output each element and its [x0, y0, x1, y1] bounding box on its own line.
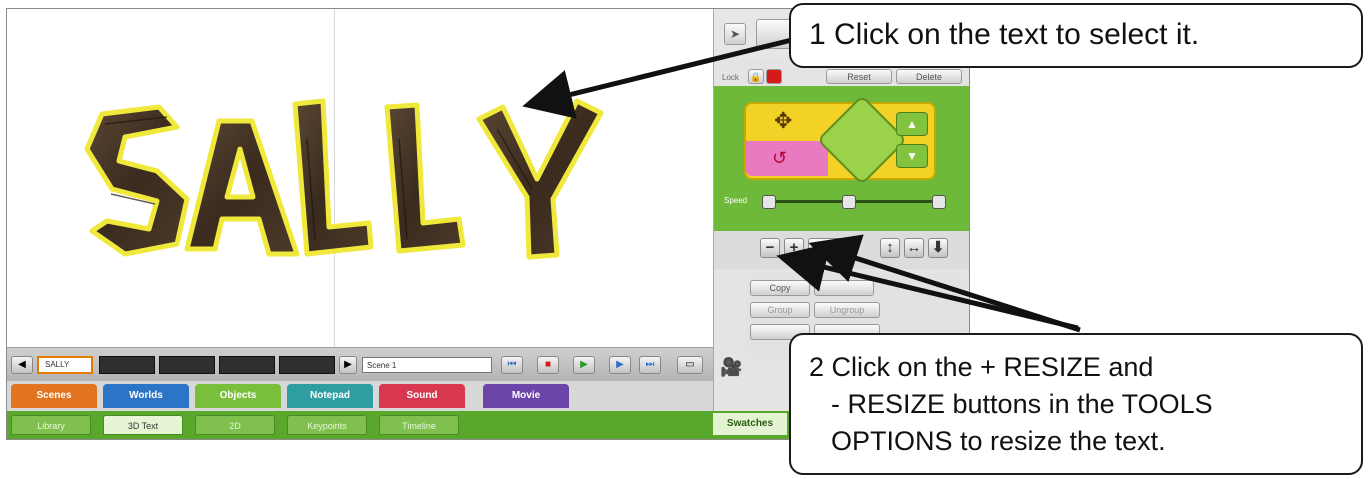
callout-step-2: 2 Click on the + RESIZE and - RESIZE but… [789, 333, 1363, 475]
arrow-to-plus-resize [808, 234, 1081, 333]
callout-step-2-line-3: OPTIONS to resize the text. [831, 426, 1166, 456]
arrow-to-text [522, 35, 801, 119]
callout-step-1-text: 1 Click on the text to select it. [809, 18, 1200, 51]
callout-step-1: 1 Click on the text to select it. [789, 3, 1363, 68]
callout-step-2-line-2: - RESIZE buttons in the TOOLS [831, 389, 1213, 419]
callout-step-2-line-1: 2 Click on the + RESIZE and [809, 352, 1154, 382]
